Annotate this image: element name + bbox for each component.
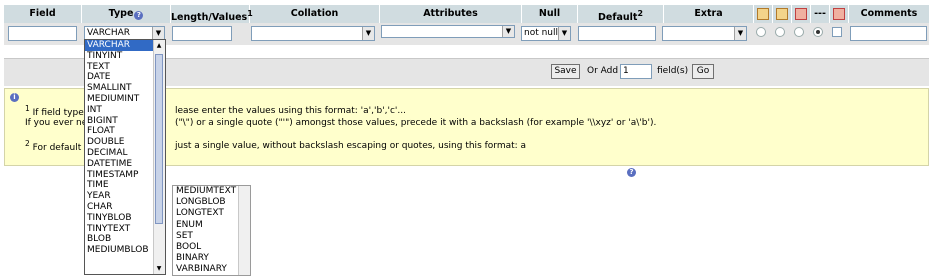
- help-icon[interactable]: ?: [627, 168, 636, 177]
- scrollbar-thumb[interactable]: [155, 54, 163, 224]
- go-button[interactable]: Go: [692, 64, 714, 79]
- scroll-down-icon[interactable]: ▼: [154, 263, 164, 274]
- header-field: Field: [4, 5, 82, 23]
- note-line-2: ("\") or a single quote ("'") amongst th…: [175, 118, 657, 128]
- length-values-input[interactable]: [172, 26, 232, 41]
- scrollbar[interactable]: ▲ ▼: [153, 40, 165, 274]
- help-icon[interactable]: ?: [134, 11, 144, 20]
- chevron-down-icon: ▼: [502, 26, 514, 37]
- chevron-down-icon: ▼: [734, 27, 746, 40]
- fulltext-checkbox[interactable]: [832, 27, 842, 37]
- unique-radio[interactable]: [794, 27, 804, 37]
- header-length-values: Length/Values1: [171, 5, 253, 23]
- extra-select[interactable]: ▼: [662, 26, 747, 41]
- fulltext-icon: [833, 8, 845, 20]
- null-select[interactable]: not null ▼: [521, 26, 571, 41]
- scrollbar[interactable]: [238, 186, 250, 275]
- default-input[interactable]: [578, 26, 656, 41]
- header-default: Default2: [578, 5, 664, 23]
- type-dropdown-list: VARCHAR TINYINT TEXT DATE SMALLINT MEDIUMINT I…: [84, 39, 166, 275]
- fields-label: field(s): [657, 66, 689, 76]
- comments-input[interactable]: [850, 26, 927, 41]
- index-radio[interactable]: [775, 27, 785, 37]
- field-name-input[interactable]: [8, 26, 77, 41]
- chevron-down-icon: ▼: [362, 27, 374, 40]
- primary-radio[interactable]: [756, 27, 766, 37]
- note-line-1-prefix: 1 If field type i: [25, 104, 90, 118]
- unique-icon: [795, 8, 807, 20]
- attributes-select[interactable]: ▼: [381, 25, 515, 38]
- header-unique: [792, 5, 811, 23]
- header-type: Type?: [82, 5, 171, 23]
- note-line-3-prefix: 2 For default v: [25, 139, 90, 153]
- note-line-1: lease enter the values using this format…: [175, 106, 406, 116]
- index-icon: [776, 8, 788, 20]
- collation-select[interactable]: ▼: [251, 26, 375, 41]
- column-header-row: Field Type? Length/Values1 Collation Att…: [4, 5, 929, 23]
- header-extra: Extra: [664, 5, 754, 23]
- add-count-input[interactable]: 1: [620, 64, 652, 79]
- no-index-radio[interactable]: [813, 27, 823, 37]
- header-null: Null: [522, 5, 578, 23]
- note-line-3: just a single value, without backslash e…: [175, 141, 527, 151]
- header-fulltext: [830, 5, 849, 23]
- header-collation: Collation: [250, 5, 380, 23]
- scroll-up-icon[interactable]: ▲: [154, 40, 164, 51]
- chevron-down-icon: ▼: [558, 27, 570, 40]
- primary-key-icon: [757, 8, 769, 20]
- info-icon: i: [10, 93, 19, 102]
- note-line-2-prefix: If you ever nee: [25, 118, 93, 128]
- save-button[interactable]: Save: [551, 64, 580, 79]
- header-index: [773, 5, 792, 23]
- or-add-label: Or Add: [587, 66, 619, 76]
- type-options-list-2: MEDIUMTEXT LONGBLOB LONGTEXT ENUM SET BOOL BIN…: [172, 185, 251, 276]
- header-primary: [754, 5, 773, 23]
- header-comments: Comments: [860, 8, 918, 19]
- header-none: ---: [811, 5, 830, 23]
- header-attributes: Attributes: [380, 5, 522, 23]
